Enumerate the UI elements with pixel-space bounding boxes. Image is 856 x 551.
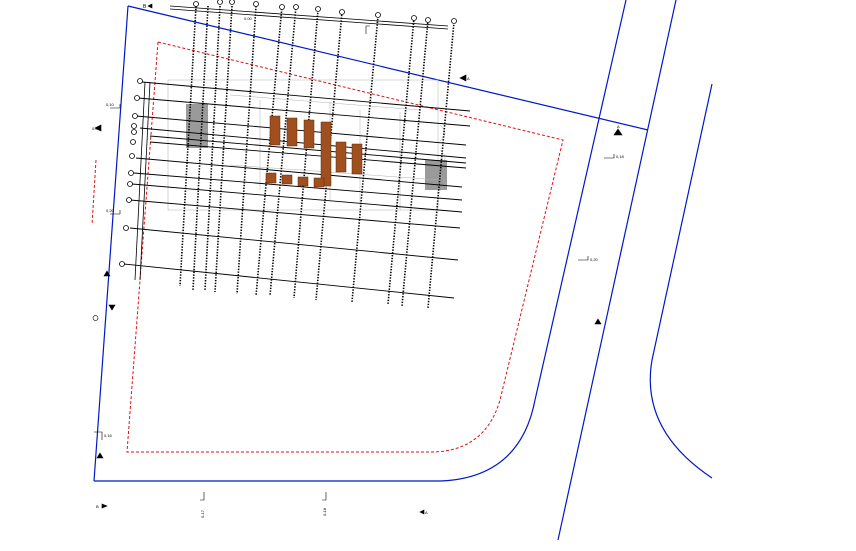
grid-bubble-icon (217, 0, 223, 5)
svg-text:A: A (617, 124, 620, 129)
grid-bubble-icon (129, 153, 135, 159)
grid-bubble-icon (134, 95, 140, 101)
grid-bubble-icon (127, 181, 133, 187)
level-marker-icon (578, 256, 589, 261)
markers: B A A 0,18 0,20 0,10 0,20 0-00 0,16 0.00… (92, 3, 625, 518)
site-plan-drawing: B A A 0,18 0,20 0,10 0,20 0-00 0,16 0.00… (91, 0, 713, 541)
svg-text:0.00: 0.00 (244, 16, 253, 21)
section-arrow-icon (108, 304, 116, 311)
main-road-right-edge (557, 0, 677, 541)
section-arrow-icon (101, 503, 108, 509)
horizontal-grid-lines (123, 81, 471, 299)
svg-text:A: A (467, 76, 470, 81)
svg-text:0-17: 0-17 (200, 509, 205, 518)
grid-bubble-icon (229, 0, 235, 5)
grid-bubble-icon (315, 6, 321, 12)
street-lines (93, 0, 713, 541)
section-arrow-icon (594, 318, 602, 325)
grid-bubble-icon (425, 17, 431, 23)
building-block (335, 141, 347, 173)
section-arrow-icon (459, 74, 467, 82)
grid-bubble-icon (339, 9, 345, 15)
svg-text:0,20: 0,20 (590, 257, 599, 262)
section-arrow-icon (147, 3, 153, 9)
svg-text:0-18: 0-18 (322, 507, 327, 516)
svg-text:0,10: 0,10 (106, 102, 115, 107)
level-marker-icon (322, 492, 327, 501)
building-block (265, 172, 277, 184)
grid-bubble-icon (253, 1, 259, 7)
svg-text:A: A (425, 510, 428, 515)
grid-bubble-icon (293, 4, 299, 10)
grid-bubble-icon (193, 1, 199, 7)
building-block (286, 117, 298, 147)
section-arrow-icon (613, 128, 623, 136)
building-block (320, 121, 332, 187)
grid-bubble-icon (411, 15, 417, 21)
left-property-line (93, 5, 129, 482)
bottom-property-curve (94, 399, 536, 482)
grid-bubble-icon (375, 12, 381, 18)
level-marker-icon (604, 154, 615, 159)
svg-text:0,18: 0,18 (616, 154, 625, 159)
grid-bubble-icon (123, 225, 129, 231)
grid-bubble-icon (128, 170, 134, 176)
main-road-left-edge (534, 0, 627, 401)
svg-text:0,16: 0,16 (104, 433, 113, 438)
building-block (351, 143, 363, 175)
building-block (313, 177, 325, 188)
building-block (269, 115, 281, 146)
left-grid-bubbles (119, 78, 143, 267)
building-block (297, 176, 309, 187)
level-marker-icon (200, 492, 205, 501)
far-right-road-curve (649, 83, 713, 479)
svg-text:B: B (143, 4, 147, 10)
section-arrow-icon (96, 452, 104, 459)
grid-bubble-icon (130, 139, 136, 145)
grid-bubble-icon (119, 261, 125, 267)
grid-bubble-icon (279, 4, 285, 10)
grid-bubble-icon (126, 197, 132, 203)
grid-bubble-icon (131, 123, 137, 129)
section-arrow-icon (419, 509, 425, 515)
grid-bubble-icon (132, 113, 138, 119)
grid-bubble-icon (92, 315, 99, 321)
building-block (281, 174, 293, 185)
grid-bubble-icon (451, 18, 457, 24)
svg-text:0,20: 0,20 (106, 208, 115, 213)
svg-text:B: B (96, 504, 99, 509)
grid-bubble-icon (137, 78, 143, 84)
svg-text:0-00: 0-00 (92, 126, 101, 131)
building-block (303, 119, 315, 149)
level-marker-icon (365, 25, 370, 34)
grid-bubble-icon (131, 129, 137, 135)
